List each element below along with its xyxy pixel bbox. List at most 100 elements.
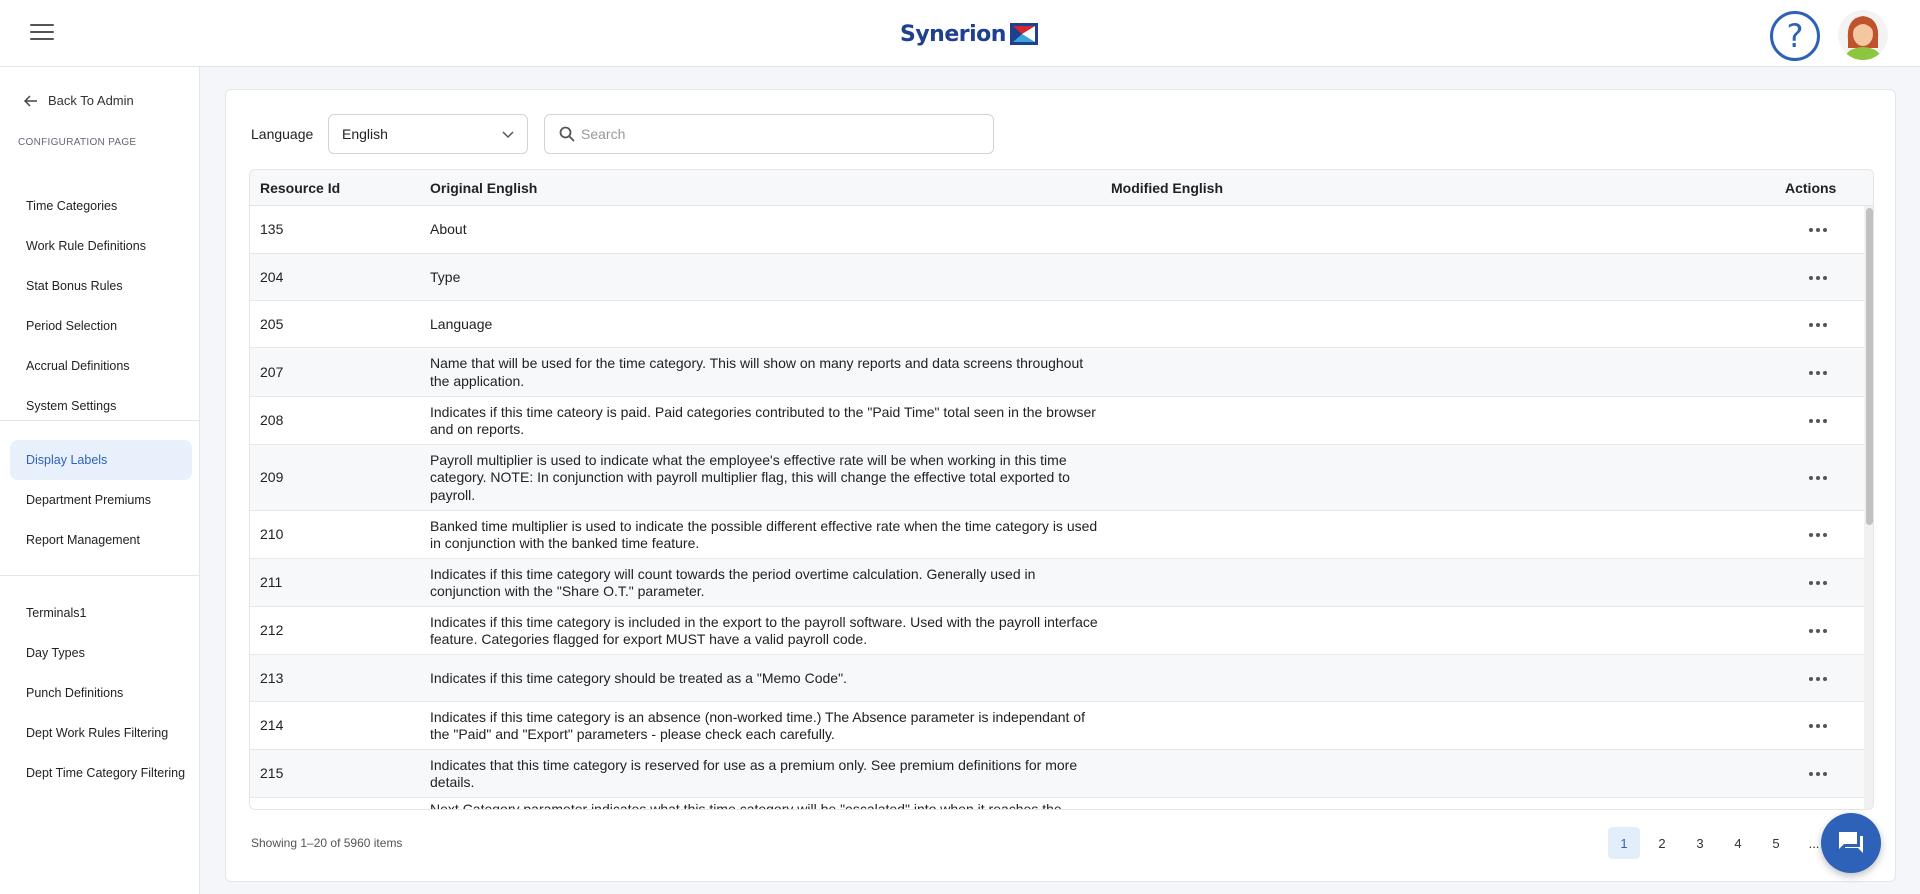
cell-resource-id: 212 [260,622,284,638]
cell-resource-id: 208 [260,412,284,428]
cell-resource-id: 211 [260,574,283,590]
table-row[interactable]: 209 Payroll multiplier is used to indicat… [250,445,1864,511]
pagination-summary: Showing 1–20 of 5960 items [251,836,403,850]
row-actions-menu-icon[interactable] [1805,764,1831,784]
row-actions-menu-icon[interactable] [1805,525,1831,545]
table-row[interactable]: Next Category parameter indicates what t… [250,798,1864,810]
row-actions-menu-icon[interactable] [1805,315,1831,335]
row-actions-menu-icon[interactable] [1805,621,1831,641]
cell-resource-id: 210 [260,526,284,542]
table-row[interactable]: 212 Indicates if this time category is in… [250,607,1864,655]
chevron-down-icon [502,131,514,139]
logo-text: Synerion [900,21,1006,47]
cell-original-english: Indicates if this time category is an ab… [430,708,1085,743]
cell-original-english: Language [430,315,493,332]
sidebar-item-punch-definitions[interactable]: Punch Definitions [10,673,192,713]
page-button[interactable]: 3 [1684,827,1716,859]
cell-original-english: Indicates if this time cateory is paid. … [430,403,1096,438]
cell-resource-id: 204 [260,268,284,285]
hamburger-menu-icon[interactable] [30,24,54,44]
synerion-logo[interactable]: Synerion [900,19,1038,49]
column-header-original-english[interactable]: Original English [430,180,537,196]
cell-resource-id: 207 [260,363,284,380]
chat-button[interactable] [1821,813,1881,873]
cell-resource-id: 213 [260,669,284,686]
chat-icon [1839,832,1863,853]
table-row[interactable]: 214 Indicates if this time category is an… [250,702,1864,750]
cell-original-english: About [430,221,467,238]
scrollbar-thumb[interactable] [1866,208,1873,525]
sidebar-item-accrual-definitions[interactable]: Accrual Definitions [10,346,192,386]
table-header: Resource Id Original English Modified En… [250,170,1873,206]
language-select[interactable]: English [328,114,528,154]
sidebar-item-period-selection[interactable]: Period Selection [10,306,192,346]
language-select-value: English [342,126,388,142]
row-actions-menu-icon[interactable] [1805,268,1831,288]
top-header: Synerion ? [0,0,1920,67]
table-row[interactable]: 211 Indicates if this time category will … [250,559,1864,607]
table-row[interactable]: 213 Indicates if this time category shoul… [250,655,1864,702]
table-row[interactable]: 135 About [250,206,1864,254]
labels-table: Resource Id Original English Modified En… [249,169,1874,810]
logo-flag-icon [1009,23,1038,45]
table-row[interactable]: 210 Banked time multiplier is used to ind… [250,511,1864,559]
sidebar-item-department-premiums[interactable]: Department Premiums [10,480,192,520]
row-actions-menu-icon[interactable] [1805,220,1831,240]
search-box[interactable] [544,114,994,154]
cell-original-english: Indicates if this time category is inclu… [430,613,1098,648]
sidebar-divider [0,420,200,421]
display-labels-panel: Language English Resource Id Original En… [225,89,1896,882]
sidebar-item-report-management[interactable]: Report Management [10,520,192,560]
search-icon [559,126,575,142]
column-header-modified-english[interactable]: Modified English [1111,180,1223,196]
row-actions-menu-icon[interactable] [1805,716,1831,736]
cell-original-english: Next Category parameter indicates what t… [430,801,1062,810]
table-row[interactable]: 205 Language [250,301,1864,348]
page-button[interactable]: 5 [1760,827,1792,859]
column-header-resource-id[interactable]: Resource Id [260,180,340,196]
cell-resource-id: 215 [260,765,284,781]
table-row[interactable]: 215 Indicates that this time category is … [250,750,1864,798]
page-button[interactable]: 2 [1646,827,1678,859]
table-row[interactable]: 208 Indicates if this time cateory is pai… [250,397,1864,445]
row-actions-menu-icon[interactable] [1805,363,1831,383]
arrow-left-icon [24,94,37,107]
sidebar-item-display-labels[interactable]: Display Labels [10,440,192,480]
sidebar-item-day-types[interactable]: Day Types [10,633,192,673]
sidebar-item-time-categories[interactable]: Time Categories [10,186,192,226]
cell-resource-id: 209 [260,469,284,485]
cell-original-english: Banked time multiplier is used to indica… [430,517,1098,552]
table-scrollbar[interactable] [1864,206,1873,809]
column-header-actions: Actions [1785,180,1837,196]
cell-original-english: Indicates if this time category should b… [430,669,847,686]
sidebar-item-dept-work-rules-filtering[interactable]: Dept Work Rules Filtering [10,713,192,753]
sidebar-divider [0,575,200,576]
cell-original-english: Indicates if this time category will cou… [430,565,1036,600]
row-actions-menu-icon[interactable] [1805,573,1831,593]
table-row[interactable]: 207 Name that will be used for the time c… [250,348,1864,397]
language-label: Language [251,126,314,142]
sidebar-item-terminals[interactable]: Terminals1 [10,593,192,633]
search-input[interactable] [581,126,981,142]
help-button[interactable]: ? [1770,11,1820,61]
page-button[interactable]: 4 [1722,827,1754,859]
row-actions-menu-icon[interactable] [1805,669,1831,689]
table-row[interactable]: 204 Type [250,254,1864,301]
row-actions-menu-icon[interactable] [1805,468,1831,488]
cell-original-english: Name that will be used for the time cate… [430,355,1084,389]
sidebar-item-stat-bonus-rules[interactable]: Stat Bonus Rules [10,266,192,306]
back-to-admin-link[interactable]: Back To Admin [24,93,134,108]
page-button[interactable]: 1 [1608,827,1640,859]
user-avatar[interactable] [1838,10,1888,60]
row-actions-menu-icon[interactable] [1805,411,1831,431]
cell-original-english: Type [430,268,461,285]
sidebar-item-work-rule-definitions[interactable]: Work Rule Definitions [10,226,192,266]
avatar-icon [1838,10,1888,60]
sidebar-item-dept-time-category-filtering[interactable]: Dept Time Category Filtering [10,753,192,793]
cell-original-english: Indicates that this time category is res… [430,756,1078,791]
pagination: 1 2 3 4 5... [1608,827,1830,859]
cell-resource-id: 135 [260,221,284,237]
section-heading: CONFIGURATION PAGE [18,137,137,148]
help-icon: ? [1786,17,1804,55]
sidebar: Back To Admin CONFIGURATION PAGE Time Ca… [0,67,200,894]
